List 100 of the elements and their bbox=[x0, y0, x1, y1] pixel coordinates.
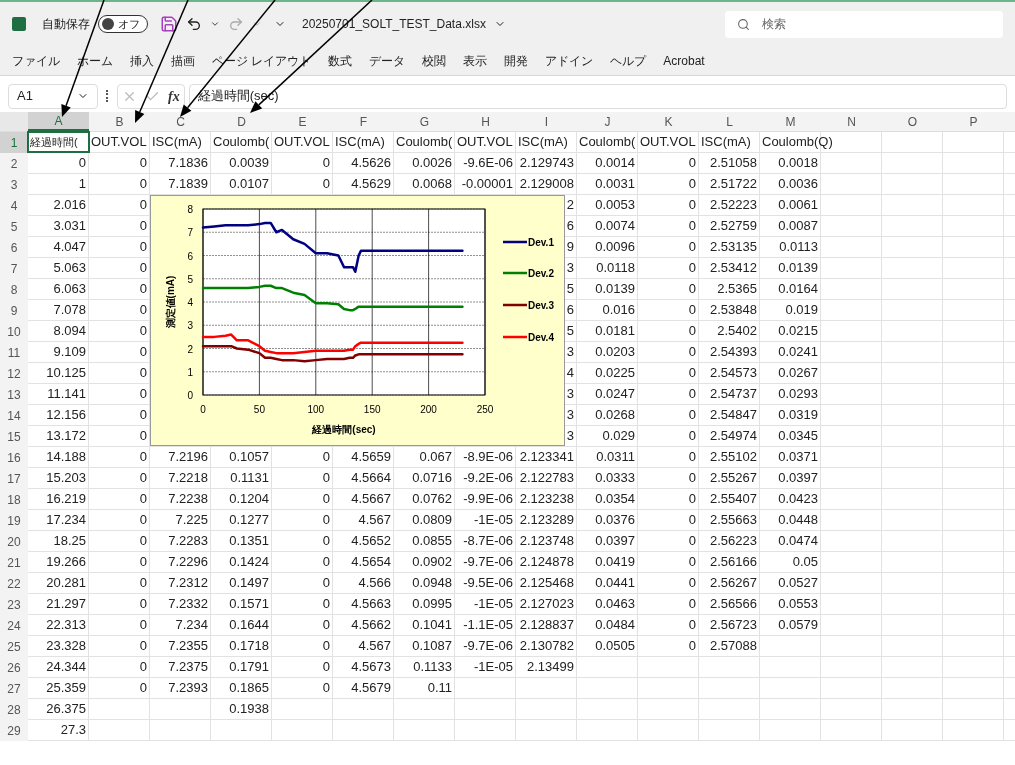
column-header[interactable]: A bbox=[28, 112, 89, 131]
row-header[interactable]: 12 bbox=[0, 363, 28, 384]
row-header[interactable]: 10 bbox=[0, 321, 28, 342]
row-header[interactable]: 9 bbox=[0, 300, 28, 321]
caret-icon[interactable] bbox=[252, 19, 262, 29]
table-cell-text: 0.0036 bbox=[778, 175, 818, 194]
row-header[interactable]: 29 bbox=[0, 720, 28, 741]
row-header[interactable]: 16 bbox=[0, 447, 28, 468]
row-header[interactable]: 18 bbox=[0, 489, 28, 510]
table-cell-text: 0.11 bbox=[427, 679, 452, 698]
row-header[interactable]: 8 bbox=[0, 279, 28, 300]
table-cell-text: 0.0107 bbox=[229, 175, 269, 194]
ribbon-tab[interactable]: 開発 bbox=[504, 51, 529, 70]
row-header[interactable]: 3 bbox=[0, 174, 28, 195]
ribbon-tab[interactable]: 表示 bbox=[463, 51, 488, 70]
table-cell-text: 7.1839 bbox=[168, 175, 208, 194]
ribbon-tab[interactable]: 校閲 bbox=[422, 51, 447, 70]
ribbon-tab[interactable]: Acrobat bbox=[663, 51, 705, 70]
table-cell-text: 2.54847 bbox=[710, 406, 757, 425]
table-cell-text: 7.2196 bbox=[168, 448, 208, 467]
search-field[interactable]: 検索 bbox=[725, 10, 1003, 38]
column-header[interactable]: P bbox=[943, 112, 1004, 131]
ribbon-tab[interactable]: 挿入 bbox=[130, 51, 154, 70]
row-header[interactable]: 26 bbox=[0, 657, 28, 678]
row-header[interactable]: 15 bbox=[0, 426, 28, 447]
row-header[interactable]: 19 bbox=[0, 510, 28, 531]
row-header[interactable]: 14 bbox=[0, 405, 28, 426]
table-cell-text: 15.203 bbox=[46, 469, 86, 488]
row-header[interactable]: 25 bbox=[0, 636, 28, 657]
row-header[interactable]: 4 bbox=[0, 195, 28, 216]
table-cell-text: 2.016 bbox=[53, 196, 86, 215]
column-header[interactable]: M bbox=[760, 112, 821, 131]
column-header[interactable]: K bbox=[638, 112, 699, 131]
insert-function-button[interactable]: fx bbox=[168, 85, 180, 107]
table-cell-text: 4.567 bbox=[358, 511, 391, 530]
ribbon-tab[interactable]: 描画 bbox=[171, 51, 195, 70]
ribbon-tab[interactable]: アドイン bbox=[545, 51, 594, 70]
ribbon-tab[interactable]: ヘルプ bbox=[610, 51, 647, 70]
row-header[interactable]: 21 bbox=[0, 552, 28, 573]
table-cell-text: 0.1087 bbox=[412, 637, 452, 656]
column-header[interactable]: F bbox=[333, 112, 394, 131]
column-header[interactable]: C bbox=[150, 112, 211, 131]
table-cell-text: 0 bbox=[139, 301, 147, 320]
table-cell-text: 0 bbox=[688, 280, 696, 299]
row-header[interactable]: 7 bbox=[0, 258, 28, 279]
more-icon[interactable] bbox=[106, 90, 109, 102]
row-header[interactable]: 11 bbox=[0, 342, 28, 363]
table-cell-text: 0.0068 bbox=[412, 175, 452, 194]
column-header[interactable]: O bbox=[882, 112, 943, 131]
autosave-toggle[interactable]: オフ bbox=[98, 15, 148, 33]
table-cell-text: 11.141 bbox=[47, 385, 86, 404]
undo-icon[interactable] bbox=[186, 16, 202, 32]
row-header[interactable]: 17 bbox=[0, 468, 28, 489]
table-cell-text: 22.313 bbox=[46, 616, 86, 635]
table-cell-text: -8.9E-06 bbox=[463, 448, 513, 467]
row-header[interactable]: 5 bbox=[0, 216, 28, 237]
table-cell-text: 0.0809 bbox=[412, 511, 452, 530]
row-header[interactable]: 6 bbox=[0, 237, 28, 258]
save-icon[interactable] bbox=[160, 15, 178, 33]
table-cell-text: 0.1644 bbox=[229, 616, 269, 635]
table-cell-text: 0.1351 bbox=[229, 532, 269, 551]
column-header[interactable]: B bbox=[89, 112, 150, 131]
column-header[interactable]: L bbox=[699, 112, 760, 131]
ribbon-tab[interactable]: 数式 bbox=[328, 51, 353, 70]
row-header[interactable]: 1 bbox=[0, 132, 28, 153]
search-placeholder: 検索 bbox=[762, 16, 786, 33]
column-header[interactable]: H bbox=[455, 112, 516, 131]
row-header[interactable]: 2 bbox=[0, 153, 28, 174]
table-cell-text: 18.25 bbox=[53, 532, 86, 551]
table-cell-text: 0 bbox=[688, 217, 696, 236]
column-header[interactable]: E bbox=[272, 112, 333, 131]
column-header[interactable]: I bbox=[516, 112, 577, 131]
row-header[interactable]: 28 bbox=[0, 699, 28, 720]
legend-label: Dev.1 bbox=[528, 237, 554, 248]
row-header[interactable]: 23 bbox=[0, 594, 28, 615]
row-header[interactable]: 24 bbox=[0, 615, 28, 636]
table-cell-text: 2.56566 bbox=[710, 595, 757, 614]
table-cell-text: 5 bbox=[566, 280, 574, 299]
column-header[interactable]: G bbox=[394, 112, 455, 131]
table-cell-text: 0.067 bbox=[419, 448, 452, 467]
table-cell-text: 0.0319 bbox=[778, 406, 818, 425]
table-cell-text: 0.1497 bbox=[229, 574, 269, 593]
table-cell-text: 7.1836 bbox=[168, 154, 208, 173]
table-cell-text: 0 bbox=[688, 616, 696, 635]
row-header[interactable]: 13 bbox=[0, 384, 28, 405]
column-header[interactable]: N bbox=[821, 112, 882, 131]
table-cell-text: 2.56166 bbox=[710, 553, 757, 572]
row-header[interactable]: 20 bbox=[0, 531, 28, 552]
table-cell-text: 2.5365 bbox=[717, 280, 757, 299]
ribbon-tab[interactable]: データ bbox=[369, 51, 406, 70]
name-box[interactable]: A1 bbox=[8, 83, 98, 109]
table-cell-text: 0 bbox=[688, 406, 696, 425]
row-header[interactable]: 22 bbox=[0, 573, 28, 594]
column-header[interactable]: D bbox=[211, 112, 272, 131]
table-cell-text: 0.0267 bbox=[778, 364, 818, 383]
row-header[interactable]: 27 bbox=[0, 678, 28, 699]
column-header[interactable]: J bbox=[577, 112, 638, 131]
ribbon-tab[interactable]: ファイル bbox=[12, 51, 60, 70]
redo-icon[interactable] bbox=[228, 16, 244, 32]
table-cell-text: 0 bbox=[139, 280, 147, 299]
